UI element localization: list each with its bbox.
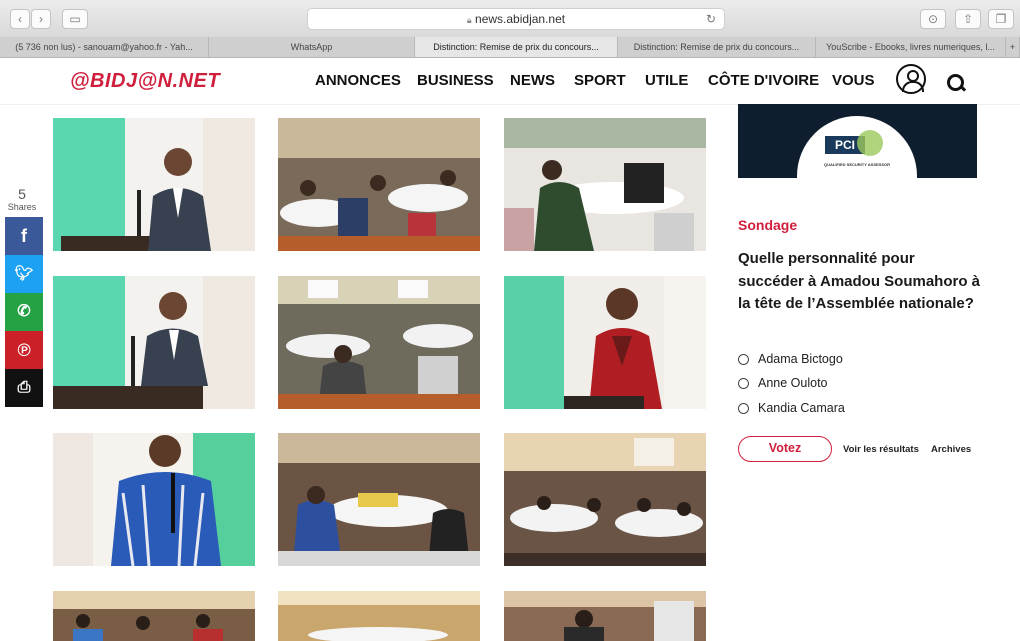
nav-business[interactable]: BUSINESS [417,72,494,89]
site-header: @BIDJ@N.NET ANNONCES BUSINESS NEWS SPORT… [0,58,1020,105]
tab-yahoo-mail[interactable]: (5 736 non lus) - sanouam@yahoo.fr - Yah… [0,37,209,57]
archives-link[interactable]: Archives [931,444,971,455]
twitter-share-button[interactable]: 🐦︎ [5,255,43,293]
pci-caption: QUALIFIED SECURITY ASSESSOR [823,162,890,167]
poll-question: Quelle personnalité pour succéder à Amad… [738,250,981,312]
gallery-photo[interactable] [504,591,706,641]
browser-toolbar: ‹ › ▭ 🔒︎ news.abidjan.net ↻ ⊙ ⇧ ❐ [0,0,1020,38]
view-results-link[interactable]: Voir les résultats [843,444,919,455]
pci-logo-circle [857,130,883,156]
tab-youscribe[interactable]: YouScribe - Ebooks, livres numeriques, l… [816,37,1006,57]
pinterest-share-button[interactable]: ℗ [5,331,43,369]
pinterest-icon: ℗ [17,340,31,360]
share-count: 5 [18,186,26,202]
new-tab-button[interactable]: + [1006,37,1020,57]
tab-whatsapp[interactable]: WhatsApp [209,37,415,57]
forward-button[interactable]: › [31,9,51,29]
lock-icon: 🔒︎ [466,15,472,25]
gallery-photo[interactable] [53,118,255,251]
twitter-icon: 🐦︎ [14,265,34,282]
poll-option-label[interactable]: Anne Ouloto [758,376,828,390]
poll-option-radio[interactable] [738,354,749,365]
whatsapp-icon: ✆ [17,303,31,320]
reload-icon[interactable]: ↻ [706,9,716,29]
nav-sport[interactable]: SPORT [574,72,626,89]
nav-annonces[interactable]: ANNONCES [315,72,401,89]
poll-option-radio[interactable] [738,403,749,414]
whatsapp-share-button[interactable]: ✆ [5,293,43,331]
nav-cote-divoire[interactable]: CÔTE D'IVOIRE [708,72,819,89]
facebook-share-button[interactable]: f [5,217,43,255]
nav-news[interactable]: NEWS [510,72,555,89]
gallery-photo[interactable] [278,276,480,409]
poll-section-title: Sondage [738,217,798,233]
gallery-photo[interactable] [504,276,706,409]
search-icon[interactable] [947,74,964,91]
poll-option-radio[interactable] [738,378,749,389]
gallery-photo[interactable] [278,118,480,251]
url-text: news.abidjan.net [475,12,566,26]
printer-icon: ⎙ [17,379,31,396]
downloads-button[interactable]: ⊙ [920,9,946,29]
share-browser-button[interactable]: ⇧ [955,9,981,29]
tab-overview-button[interactable]: ❐ [988,9,1014,29]
address-bar[interactable]: 🔒︎ news.abidjan.net ↻ [307,8,725,30]
nav-vous[interactable]: VOUS [832,72,875,89]
site-logo[interactable]: @BIDJ@N.NET [70,70,220,93]
nav-utile[interactable]: UTILE [645,72,688,89]
gallery-photo[interactable] [278,433,480,566]
gallery-photo[interactable] [53,276,255,409]
tab-bar: (5 736 non lus) - sanouam@yahoo.fr - Yah… [0,37,1020,58]
gallery-photo[interactable] [53,591,255,641]
share-label: Shares [7,202,37,212]
poll-option-label[interactable]: Adama Bictogo [758,352,843,366]
facebook-icon: f [21,226,27,246]
tab-distinction[interactable]: Distinction: Remise de prix du concours.… [618,37,816,57]
back-button[interactable]: ‹ [10,9,30,29]
gallery-photo[interactable] [278,591,480,641]
share-counter: 5 Shares [0,186,44,212]
gallery-photo[interactable] [53,433,255,566]
pci-badge: PCI QUALIFIED SECURITY ASSESSOR [797,116,917,178]
user-account-icon[interactable] [896,64,926,94]
gallery-photo[interactable] [504,433,706,566]
poll-option-label[interactable]: Kandia Camara [758,401,845,415]
tab-distinction-active[interactable]: Distinction: Remise de prix du concours.… [415,37,618,57]
gallery-photo[interactable] [504,118,706,251]
print-button[interactable]: ⎙ [5,369,43,407]
pci-advertisement[interactable]: PCI QUALIFIED SECURITY ASSESSOR [738,104,977,178]
vote-button[interactable]: Votez [738,436,832,462]
sidebar-toggle-button[interactable]: ▭ [62,9,88,29]
